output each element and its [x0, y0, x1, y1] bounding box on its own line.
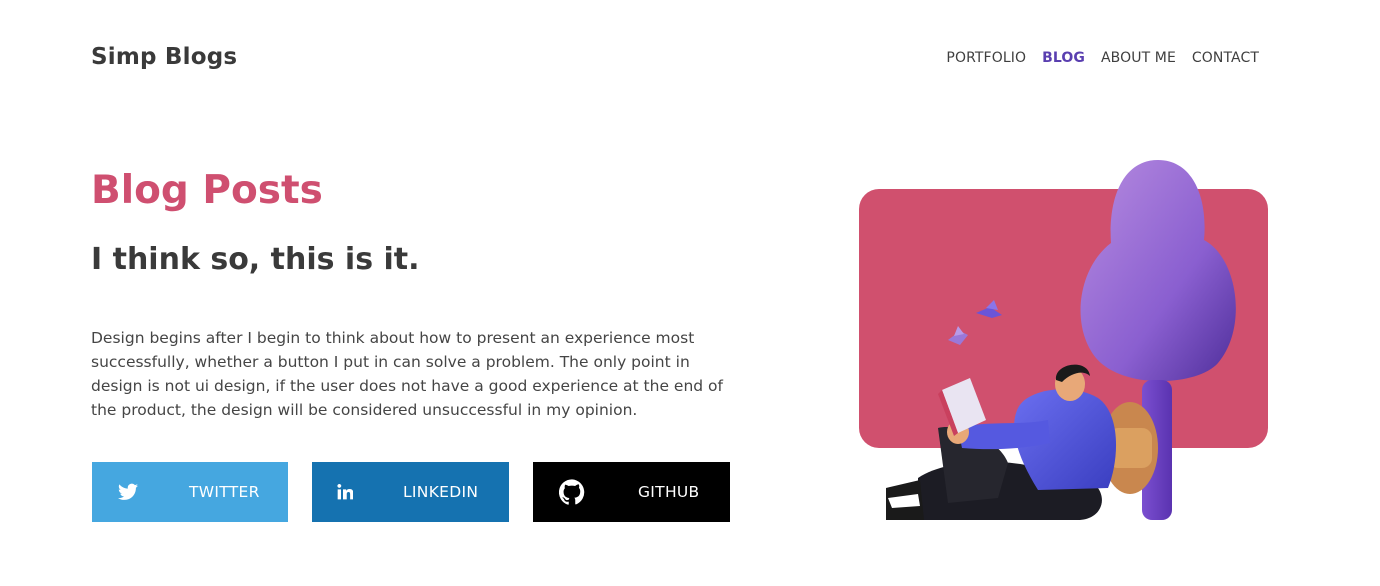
- page-subtitle: I think so, this is it.: [91, 242, 420, 277]
- intro-paragraph: Design begins after I begin to think abo…: [91, 329, 723, 419]
- github-label: GITHUB: [638, 483, 700, 501]
- linkedin-button[interactable]: LINKEDIN: [312, 462, 509, 522]
- twitter-label: TWITTER: [189, 483, 260, 501]
- twitter-button[interactable]: TWITTER: [92, 462, 288, 522]
- nav-portfolio[interactable]: PORTFOLIO: [946, 50, 1026, 66]
- linkedin-icon: [337, 484, 353, 500]
- github-button[interactable]: GITHUB: [533, 462, 730, 522]
- nav-blog[interactable]: BLOG: [1042, 50, 1085, 66]
- nav-contact[interactable]: CONTACT: [1192, 50, 1259, 66]
- github-icon: [559, 479, 585, 505]
- reading-person-illustration: [859, 160, 1268, 520]
- nav-about-me[interactable]: ABOUT ME: [1101, 50, 1176, 66]
- linkedin-label: LINKEDIN: [403, 483, 479, 501]
- site-logo[interactable]: Simp Blogs: [91, 44, 237, 70]
- page-title: Blog Posts: [91, 168, 323, 213]
- main-nav: PORTFOLIO BLOG ABOUT ME CONTACT: [946, 50, 1259, 66]
- twitter-icon: [118, 483, 138, 501]
